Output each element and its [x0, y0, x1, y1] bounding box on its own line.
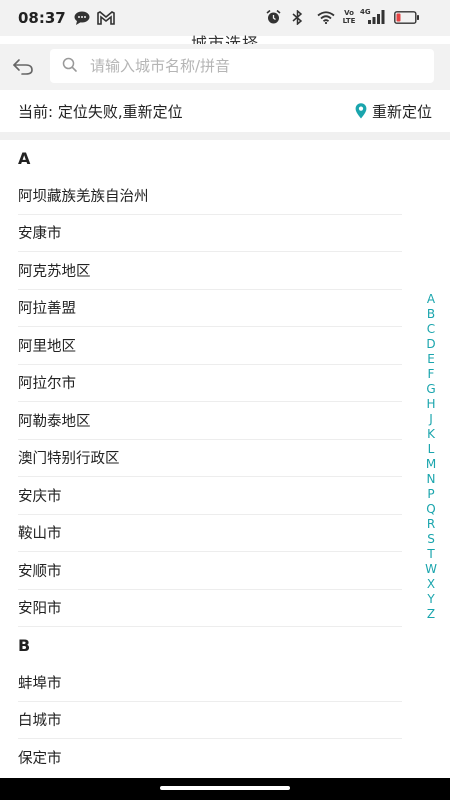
index-letter[interactable]: A	[427, 292, 435, 307]
system-nav-bar	[0, 778, 450, 800]
city-item[interactable]: 白城市	[18, 702, 402, 739]
index-letter[interactable]: R	[427, 517, 435, 532]
index-letter[interactable]: N	[427, 472, 436, 487]
index-letter[interactable]: E	[427, 352, 435, 367]
index-letter[interactable]: L	[428, 442, 435, 457]
index-letter[interactable]: G	[426, 382, 435, 397]
city-item[interactable]: 阿坝藏族羌族自治州	[18, 177, 402, 215]
index-letter[interactable]: K	[427, 427, 435, 442]
city-item[interactable]: 蚌埠市	[18, 664, 402, 702]
back-button[interactable]	[8, 52, 38, 82]
alarm-icon	[266, 10, 281, 24]
index-letter[interactable]: D	[426, 337, 435, 352]
status-time: 08:37	[18, 9, 66, 27]
index-letter[interactable]: W	[425, 562, 437, 577]
index-letter[interactable]: J	[429, 412, 433, 427]
index-letter[interactable]: S	[427, 532, 435, 547]
city-item[interactable]: 阿克苏地区	[18, 252, 402, 290]
index-letter[interactable]: B	[427, 307, 435, 322]
relocate-button[interactable]: 重新定位	[355, 100, 432, 122]
volte-indicator: Vo LTE	[342, 9, 356, 25]
current-location-text: 当前: 定位失败,重新定位	[18, 103, 183, 121]
city-item[interactable]: 安庆市	[18, 477, 402, 515]
city-item[interactable]: 澳门特别行政区	[18, 440, 402, 477]
relocate-label: 重新定位	[371, 102, 432, 121]
cellular-signal-icon: 4G	[360, 8, 390, 26]
city-item[interactable]: 安阳市	[18, 590, 402, 627]
home-handle[interactable]	[160, 786, 290, 790]
index-letter[interactable]: M	[426, 457, 436, 472]
index-letter[interactable]: Z	[427, 607, 435, 622]
index-letter[interactable]: Y	[427, 592, 434, 607]
section-header-b: B	[18, 636, 31, 655]
city-item[interactable]: 安顺市	[18, 552, 402, 590]
search-header	[0, 44, 450, 90]
index-letter[interactable]: F	[428, 367, 435, 382]
battery-icon	[394, 11, 419, 24]
status-bar: 08:37 Vo LTE 4G	[0, 0, 450, 36]
city-item[interactable]: 鞍山市	[18, 515, 402, 552]
index-letter[interactable]: C	[427, 322, 435, 337]
section-header-a: A	[18, 149, 31, 168]
page-title: 城市选择	[190, 34, 259, 44]
index-letter[interactable]: H	[426, 397, 435, 412]
index-letter[interactable]: X	[427, 577, 435, 592]
alphabet-index[interactable]: A B C D E F G H J K L M N P Q R S T W X …	[424, 292, 438, 622]
section-divider	[0, 132, 450, 140]
city-item[interactable]: 阿拉善盟	[18, 290, 402, 327]
current-location-row: 当前: 定位失败,重新定位 重新定位	[0, 90, 450, 132]
wifi-icon	[317, 11, 335, 24]
city-search-input[interactable]	[90, 49, 420, 83]
city-item[interactable]: 保定市	[18, 739, 402, 777]
back-arrow-icon	[13, 59, 33, 75]
city-item[interactable]: 阿勒泰地区	[18, 402, 402, 440]
city-list[interactable]: A 阿坝藏族羌族自治州 安康市 阿克苏地区 阿拉善盟 阿里地区 阿拉尔市 阿勒泰…	[0, 140, 450, 778]
city-item[interactable]: 阿里地区	[18, 327, 402, 365]
index-letter[interactable]: T	[427, 547, 434, 562]
search-icon	[62, 57, 77, 72]
bluetooth-icon	[292, 10, 303, 25]
city-item[interactable]: 安康市	[18, 215, 402, 252]
location-pin-icon	[355, 103, 367, 119]
city-item[interactable]: 阿拉尔市	[18, 365, 402, 402]
index-letter[interactable]: P	[427, 487, 434, 502]
index-letter[interactable]: Q	[426, 502, 435, 517]
search-box[interactable]	[50, 49, 434, 83]
mail-icon	[97, 11, 115, 25]
message-icon	[74, 11, 90, 25]
